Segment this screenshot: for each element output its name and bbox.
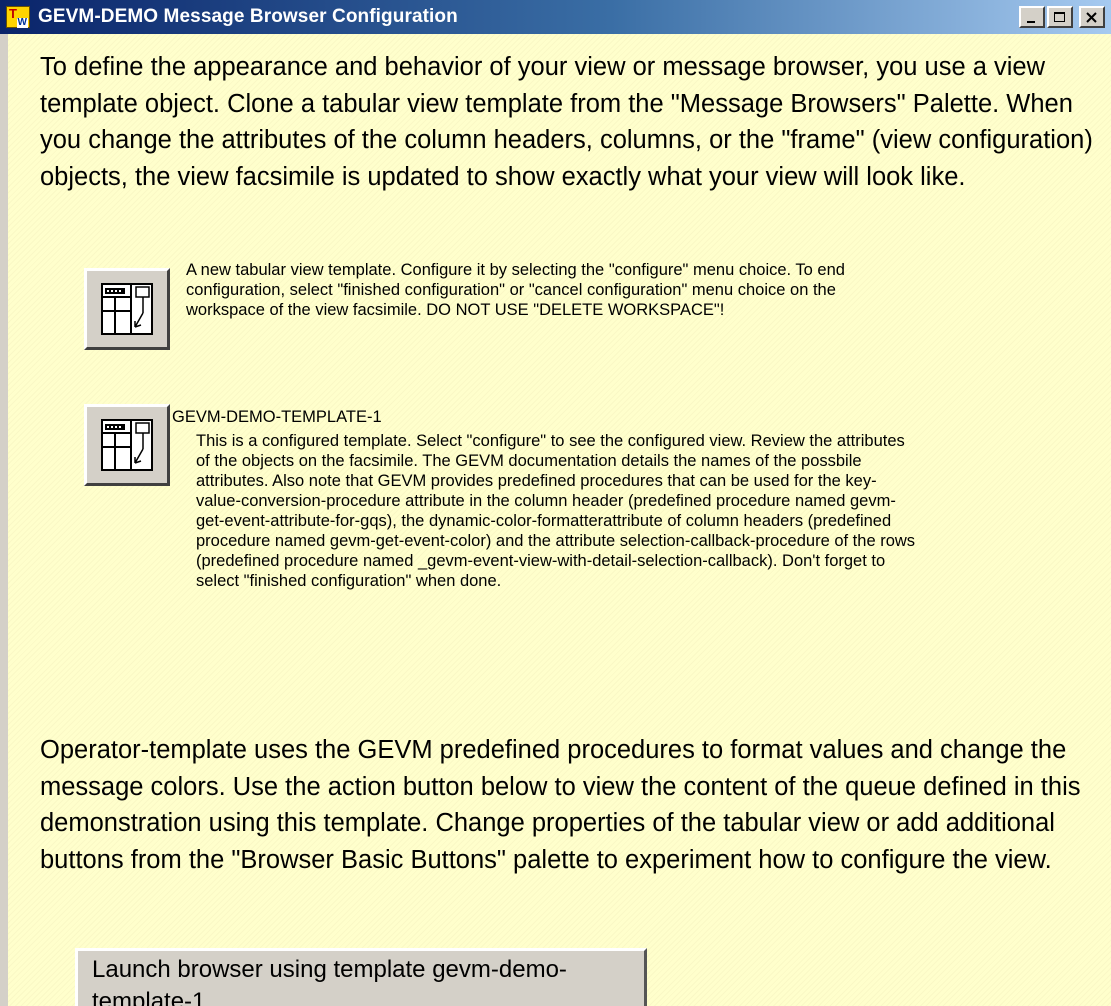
operator-template-paragraph: Operator-template uses the GEVM predefin… xyxy=(40,736,1081,874)
window-controls xyxy=(1019,6,1105,28)
configured-template-object[interactable] xyxy=(84,404,170,486)
configured-template-description: This is a configured template. Select "c… xyxy=(196,432,916,590)
launch-browser-button[interactable]: Launch browser using template gevm-demo-… xyxy=(75,948,647,1006)
table-template-icon xyxy=(101,419,153,471)
minimize-button[interactable] xyxy=(1019,6,1045,28)
maximize-button[interactable] xyxy=(1047,6,1073,28)
configured-template-name: GEVM-DEMO-TEMPLATE-1 xyxy=(172,408,382,426)
close-button[interactable] xyxy=(1079,6,1105,28)
new-template-object[interactable] xyxy=(84,268,170,350)
workspace: To define the appearance and behavior of… xyxy=(0,34,1111,1006)
title-bar[interactable]: TW GEVM-DEMO Message Browser Configurati… xyxy=(0,0,1111,34)
maximize-icon xyxy=(1054,12,1065,22)
table-template-icon xyxy=(101,283,153,335)
close-icon xyxy=(1086,12,1097,23)
window-title: GEVM-DEMO Message Browser Configuration xyxy=(38,6,458,27)
minimize-icon xyxy=(1027,21,1035,23)
intro-paragraph: To define the appearance and behavior of… xyxy=(40,53,1093,191)
app-logo-icon: TW xyxy=(6,6,30,28)
new-template-description: A new tabular view template. Configure i… xyxy=(186,261,845,319)
